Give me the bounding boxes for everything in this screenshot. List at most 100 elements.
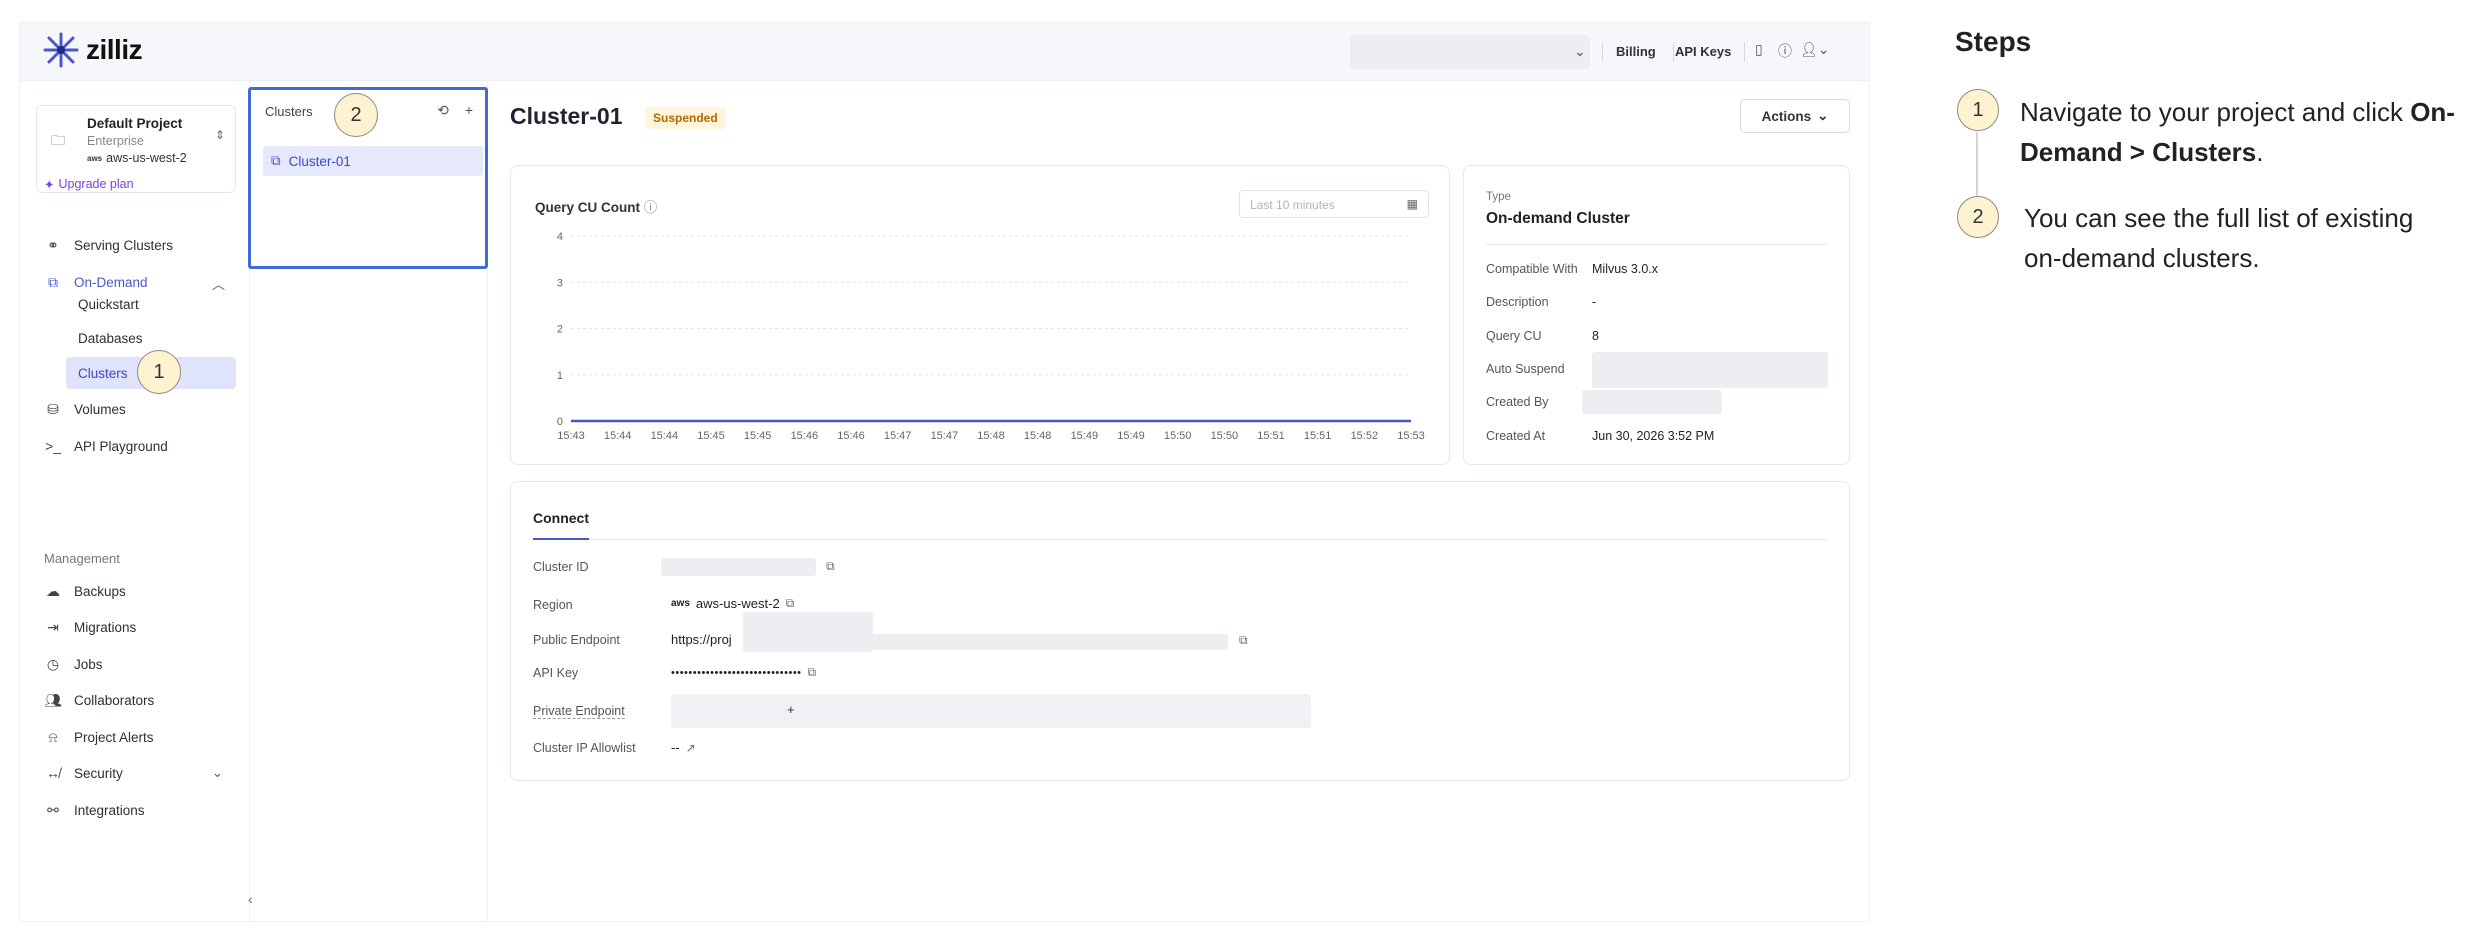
info-value-compatible: Milvus 3.0.x	[1592, 262, 1658, 276]
copy-icon[interactable]: ⧉	[1239, 633, 1248, 648]
x-tick-label: 15:44	[604, 430, 632, 442]
cluster-info-card: Type On-demand Cluster Compatible With M…	[1463, 165, 1850, 465]
x-tick-label: 15:50	[1211, 430, 1239, 442]
x-tick-label: 15:51	[1257, 430, 1285, 442]
sidebar-item-jobs[interactable]: ◷ Jobs	[44, 656, 103, 673]
y-tick-label: 3	[557, 277, 563, 289]
zilliz-logo[interactable]: zilliz	[42, 31, 143, 69]
cluster-list-item[interactable]: ⧉ Cluster-01	[263, 146, 483, 176]
app-window: zilliz ⌄ Billing API Keys ▯ ⓘ 👤︎⌄ 🗀︎ Def…	[19, 22, 1870, 922]
x-tick-label: 15:49	[1117, 430, 1145, 442]
project-region: aws aws-us-west-2	[87, 151, 187, 165]
query-cu-chart-card: Query CU Count ⓘ Last 10 minutes ▦ 0 1 2 3 4…	[510, 165, 1450, 465]
integrations-icon: ⚯	[47, 802, 59, 818]
type-label: Type	[1486, 191, 1511, 203]
private-endpoint-label[interactable]: Private Endpoint	[533, 704, 625, 719]
x-tick-label: 15:53	[1397, 430, 1425, 442]
ip-allowlist-text: --	[671, 740, 680, 755]
chevron-down-icon: ⌄	[1817, 108, 1829, 123]
sidebar-item-integrations[interactable]: ⚯ Integrations	[44, 802, 145, 819]
sidebar-item-label: Project Alerts	[74, 730, 154, 745]
refresh-icon[interactable]: ⟲	[437, 102, 449, 119]
copy-icon[interactable]: ⧉	[786, 596, 795, 611]
info-label-created-at: Created At	[1486, 429, 1546, 443]
calendar-icon: ▦	[1406, 197, 1418, 211]
step-number: 2	[1957, 196, 1999, 238]
sidebar-item-api-playground[interactable]: >_ API Playground	[44, 438, 168, 454]
step-text-post: .	[2256, 137, 2264, 167]
organization-select[interactable]	[1350, 35, 1590, 69]
time-range-select[interactable]: Last 10 minutes ▦	[1239, 190, 1429, 218]
copy-icon[interactable]: ⧉	[826, 559, 835, 574]
step-text: Navigate to your project and click On-De…	[2020, 92, 2460, 172]
sidebar-item-migrations[interactable]: ⇥ Migrations	[44, 619, 136, 636]
info-value-created-at: Jun 30, 2026 3:52 PM	[1592, 429, 1715, 443]
clusters-icon: ⚭	[47, 237, 59, 253]
sidebar-item-volumes[interactable]: ⛁ Volumes	[44, 401, 126, 418]
info-label-query-cu: Query CU	[1486, 329, 1542, 343]
api-key-value: •••••••••••••••••••••••••••••• ⧉	[671, 665, 817, 680]
x-tick-label: 15:52	[1351, 430, 1379, 442]
project-name: Default Project	[87, 116, 183, 131]
chevron-up-icon[interactable]: ︿	[212, 274, 225, 293]
billing-link[interactable]: Billing	[1616, 44, 1656, 59]
step-text: You can see the full list of existing on…	[2024, 198, 2454, 278]
upgrade-plan-link[interactable]: ✦ Upgrade plan	[44, 177, 134, 192]
external-link-icon[interactable]: ↗	[686, 741, 696, 755]
public-endpoint-label: Public Endpoint	[533, 633, 620, 647]
sidebar-item-on-demand[interactable]: ⧉ On-Demand	[44, 274, 148, 291]
y-tick-label: 0	[557, 416, 563, 428]
users-icon: 👥︎	[44, 692, 62, 708]
sidebar-item-quickstart[interactable]: Quickstart	[78, 297, 139, 312]
sidebar-item-project-alerts[interactable]: ⍾ Project Alerts	[44, 729, 154, 746]
sidebar-item-label: Migrations	[74, 620, 137, 635]
api-keys-link[interactable]: API Keys	[1675, 44, 1731, 59]
private-endpoint-add[interactable]: +	[787, 702, 795, 717]
user-icon[interactable]: 👤︎⌄	[1800, 41, 1830, 58]
chart-title-label: Query CU Count	[535, 200, 641, 215]
sidebar-item-databases[interactable]: Databases	[78, 331, 143, 346]
step-connector	[1976, 132, 1978, 196]
chevron-down-icon[interactable]: ⌄	[1574, 43, 1586, 60]
sidebar-item-collaborators[interactable]: 👥︎ Collaborators	[44, 692, 154, 709]
sidebar-item-serving-clusters[interactable]: ⚭ Serving Clusters	[44, 237, 173, 254]
help-icon[interactable]: ⓘ	[1778, 41, 1792, 61]
add-icon[interactable]: +	[465, 102, 473, 119]
history-icon: ◷	[46, 656, 60, 672]
x-tick-label: 15:48	[977, 430, 1005, 442]
actions-button[interactable]: Actions ⌄	[1740, 99, 1850, 133]
copy-icon[interactable]: ⧉	[808, 665, 817, 680]
y-tick-label: 2	[557, 324, 563, 336]
sidebar-item-label: Integrations	[74, 803, 145, 818]
x-tick-label: 15:47	[884, 430, 912, 442]
cluster-list-title: Clusters	[265, 104, 313, 119]
divider	[533, 539, 1828, 540]
x-tick-label: 15:51	[1304, 430, 1332, 442]
upgrade-plan-label: Upgrade plan	[58, 177, 134, 191]
ip-allowlist-label: Cluster IP Allowlist	[533, 741, 636, 755]
document-icon[interactable]: ▯	[1755, 41, 1763, 58]
chart-title: Query CU Count ⓘ	[535, 196, 657, 216]
y-tick-label: 4	[557, 231, 563, 243]
sidebar: 🗀︎ Default Project Enterprise aws aws-us…	[20, 81, 250, 921]
region-label: Region	[533, 598, 573, 612]
step-number: 1	[1957, 89, 1999, 131]
alarm-icon: ⍾	[48, 729, 58, 745]
chevron-down-icon[interactable]: ⌄	[212, 765, 223, 781]
x-tick-label: 15:50	[1164, 430, 1192, 442]
info-icon[interactable]: ⓘ	[644, 200, 658, 215]
x-tick-label: 15:45	[697, 430, 725, 442]
sidebar-item-backups[interactable]: ☁ Backups	[44, 583, 126, 600]
annotation-marker: 2	[334, 93, 378, 137]
info-label-created-by: Created By	[1486, 395, 1549, 409]
aws-icon: aws	[671, 598, 690, 609]
tab-connect[interactable]: Connect	[533, 510, 589, 526]
migration-icon: ⇥	[47, 619, 59, 635]
status-badge: Suspended	[645, 107, 726, 129]
logo-text: zilliz	[86, 34, 143, 65]
redacted-value	[1592, 352, 1828, 388]
sidebar-item-security[interactable]: ↮ Security	[44, 765, 123, 781]
private-endpoint-field[interactable]	[671, 694, 1311, 728]
redacted-value	[661, 558, 816, 576]
ip-allowlist-value: -- ↗	[671, 740, 696, 755]
